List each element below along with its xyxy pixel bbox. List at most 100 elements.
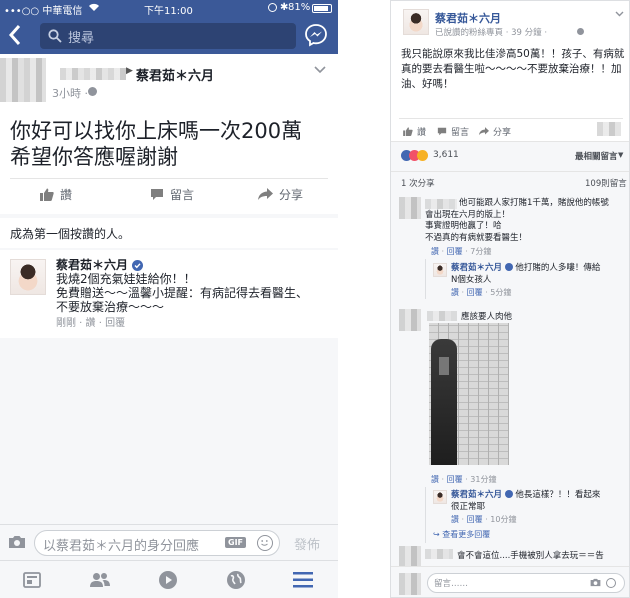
view-more-replies-label: 查看更多回覆 <box>442 530 491 539</box>
page-avatar[interactable] <box>10 259 46 295</box>
emoji-icon[interactable] <box>257 535 273 551</box>
battery-icon <box>312 4 332 13</box>
share-count[interactable]: 1 次分享 <box>401 177 435 189</box>
comment-3-text: 會不會這位....手機被別人拿去玩＝＝告 <box>457 551 604 561</box>
messenger-icon[interactable] <box>304 23 328 47</box>
first-like-text: 成為第一個按讚的人。 <box>10 227 131 241</box>
desktop-share-icon <box>479 127 489 136</box>
reply-2-avatar[interactable] <box>433 490 447 504</box>
globe-icon[interactable] <box>226 570 246 590</box>
comment-1-like-link[interactable]: 讚 <box>431 247 439 256</box>
reaction-count[interactable]: 3,611 <box>433 150 459 160</box>
comment-1-line-4: 不過真的有病就要看醫生！ <box>425 232 528 243</box>
post-page-name[interactable]: 蔡君茹＊六月 <box>136 65 214 84</box>
video-icon[interactable] <box>158 570 178 590</box>
search-placeholder: 搜尋 <box>68 31 95 46</box>
redacted-avatar <box>0 58 46 102</box>
header-chevron-icon[interactable] <box>615 11 624 17</box>
comment-1-meta: 讚 · 回覆 · 7分鐘 <box>431 247 492 256</box>
reply-2-meta: 讚 · 回覆 · 10分鐘 <box>451 515 517 524</box>
camera-icon[interactable] <box>8 535 26 549</box>
menu-icon[interactable] <box>293 572 313 588</box>
lock-rotation-icon <box>268 3 277 12</box>
reply-1-reply-link[interactable]: 回覆 <box>467 288 483 297</box>
desktop-post-line-1: 我只能說原來我比佳滲高50萬！！孩子、有病就 <box>401 48 625 60</box>
comment-2-redacted-name <box>427 311 457 321</box>
comment-input-placeholder: 以蔡君茹＊六月的身分回應 <box>43 539 200 554</box>
comment-3-avatar <box>399 546 421 568</box>
reply-1-author[interactable]: 蔡君茹＊六月 <box>451 263 502 273</box>
header-subtitle: 已說讚的粉絲專頁 · 39 分鐘 · <box>435 28 548 38</box>
comment-button[interactable]: 留言 <box>150 186 194 203</box>
search-icon <box>48 29 62 43</box>
reply-author[interactable]: 蔡君茹＊六月 <box>56 258 128 272</box>
reply-2-author[interactable]: 蔡君茹＊六月 <box>451 490 502 500</box>
desktop-share-button[interactable]: 分享 <box>479 125 511 138</box>
thumbs-up-icon <box>40 188 54 201</box>
desktop-composer: 留言…… <box>391 566 629 597</box>
status-bar: •••○○ 中華電信 下午11:00 ✱ 81% <box>0 0 338 17</box>
post-reply-button[interactable]: 發佈 <box>294 534 320 553</box>
desktop-post-line-2: 真的要去看醫生啦～～～～不要放棄治療！！加 <box>401 63 622 75</box>
arrow-right-icon: ▶ <box>126 66 133 76</box>
reply-meta[interactable]: 剛剛 · 讚 · 回覆 <box>56 317 308 331</box>
post-card: ▶ 蔡君茹＊六月 3小時 · 你好可以找你上床嗎一次200萬 希望你答應喔謝謝 … <box>0 54 338 214</box>
likes-summary: 成為第一個按讚的人。 <box>0 218 338 248</box>
sort-dropdown[interactable]: 最相關留言 <box>575 150 618 162</box>
comment-2-text: 應該要人肉他 <box>461 312 513 322</box>
header-page-name[interactable]: 蔡君茹＊六月 <box>435 10 501 26</box>
comment-2-reply-link[interactable]: 回覆 <box>447 475 463 484</box>
desktop-like-button[interactable]: 讚 <box>403 125 426 138</box>
news-feed-icon[interactable] <box>23 572 41 588</box>
share-label: 分享 <box>279 188 304 202</box>
reply-2-reply-link[interactable]: 回覆 <box>467 515 483 524</box>
chevron-down-icon[interactable] <box>314 66 326 74</box>
reply-2-like-link[interactable]: 讚 <box>451 515 459 524</box>
like-button[interactable]: 讚 <box>40 186 72 203</box>
post-message: 你好可以找你上床嗎一次200萬 希望你答應喔謝謝 <box>10 118 302 170</box>
desktop-camera-icon[interactable] <box>590 578 601 587</box>
comment-input[interactable]: 以蔡君茹＊六月的身分回應 GIF <box>34 530 280 556</box>
back-icon[interactable] <box>8 24 22 46</box>
share-button[interactable]: 分享 <box>258 186 303 203</box>
reply-1-thread-line <box>425 259 426 299</box>
friends-icon[interactable] <box>89 572 111 588</box>
verified-badge-icon <box>132 259 144 271</box>
view-more-replies[interactable]: ↪ 查看更多回覆 <box>433 529 490 540</box>
header-globe-icon <box>577 28 584 35</box>
gif-button[interactable]: GIF <box>225 537 247 548</box>
post-time: 3小時 · <box>52 87 88 100</box>
comment-1-reply-link[interactable]: 回覆 <box>447 247 463 256</box>
comment-composer: 以蔡君茹＊六月的身分回應 GIF 發佈 <box>0 524 338 560</box>
reaction-wow-icon <box>417 150 428 161</box>
reply-2-text-1: 他長這樣？！！看起來 <box>515 490 601 500</box>
post-action-divider <box>10 178 328 179</box>
share-icon <box>258 188 273 201</box>
like-label: 讚 <box>60 188 73 202</box>
post-message-line-1: 你好可以找你上床嗎一次200萬 <box>10 119 303 143</box>
desktop-post: 蔡君茹＊六月 已說讚的粉絲專頁 · 39 分鐘 · 我只能說原來我比佳滲高50萬… <box>390 0 630 598</box>
comment-2-like-link[interactable]: 讚 <box>431 475 439 484</box>
desktop-comment-label: 留言 <box>451 128 470 138</box>
reply-body: 蔡君茹＊六月 我燒2個充氣娃娃給你！！ 免費贈送～～溫馨小提醒：有病記得去看醫生… <box>56 258 308 331</box>
desktop-emoji-icon[interactable] <box>606 578 616 588</box>
header-avatar[interactable] <box>403 9 429 35</box>
comment-2-photo[interactable] <box>429 323 509 465</box>
desktop-comment-input[interactable]: 留言…… <box>427 573 625 593</box>
search-box[interactable]: 搜尋 <box>40 23 296 49</box>
desktop-comment-button[interactable]: 留言 <box>437 125 469 138</box>
comment-count[interactable]: 109則留言 <box>585 177 627 189</box>
battery-percent: 81% <box>288 2 311 13</box>
globe-privacy-icon <box>88 87 97 96</box>
comment-2-meta: 讚 · 回覆 · 31分鐘 <box>431 475 497 484</box>
wifi-icon <box>88 2 100 12</box>
redacted-name <box>60 68 126 80</box>
reply-1-avatar[interactable] <box>433 263 447 277</box>
reply-2-time: 10分鐘 <box>490 515 517 524</box>
redacted-share-avatar <box>597 122 621 136</box>
desktop-post-line-3: 油、好嗎！ <box>401 78 454 90</box>
reply-1-like-link[interactable]: 讚 <box>451 288 459 297</box>
mobile-screen: •••○○ 中華電信 下午11:00 ✱ 81% 搜尋 ▶ 蔡君茹＊六月 3小時… <box>0 0 338 598</box>
comment-icon <box>150 188 164 201</box>
desktop-comment-placeholder: 留言…… <box>434 579 469 589</box>
